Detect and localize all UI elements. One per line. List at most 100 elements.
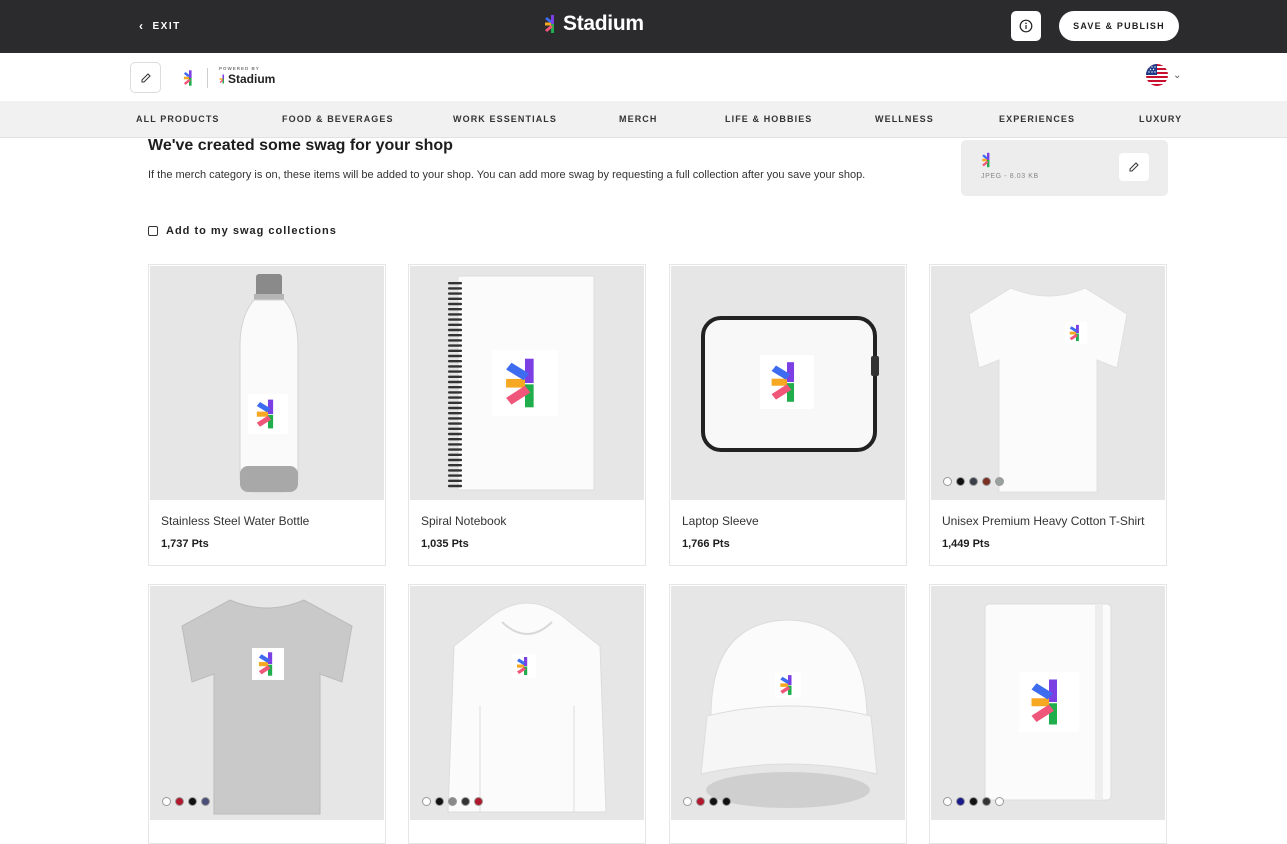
color-swatch[interactable] [435,797,444,806]
exit-label: EXIT [152,20,181,32]
info-button[interactable] [1011,11,1041,41]
product-card[interactable] [669,584,907,844]
stadium-logo-icon [506,358,534,408]
color-swatches [683,797,735,806]
color-swatch[interactable] [175,797,184,806]
top-bar: ‹ EXIT Stadium SAVE & PUBLISH [0,0,1287,53]
color-swatches [422,797,487,806]
stadium-logo-icon [1031,679,1057,725]
divider [207,68,208,88]
color-swatch[interactable] [995,477,1004,486]
chevron-left-icon: ‹ [139,19,145,33]
category-wellness[interactable]: WELLNESS [875,114,934,124]
stadium-logo-icon [780,675,792,695]
powered-by-name: Stadium [228,72,276,86]
product-image [410,586,644,820]
brand-name: Stadium [563,12,644,35]
category-life-hobbies[interactable]: LIFE & HOBBIES [725,114,812,124]
product-card[interactable]: Spiral Notebook 1,035 Pts [408,264,646,566]
category-merch[interactable]: MERCH [619,114,658,124]
stadium-logo-icon [183,70,192,86]
product-card[interactable]: Stainless Steel Water Bottle 1,737 Pts [148,264,386,566]
color-swatch[interactable] [943,797,952,806]
product-image [671,266,905,500]
section-description: If the merch category is on, these items… [148,169,866,181]
product-card[interactable]: Unisex Premium Heavy Cotton T-Shirt 1,449… [929,264,1167,566]
shop-logo [183,69,195,92]
color-swatch[interactable] [969,477,978,486]
color-swatch[interactable] [683,797,692,806]
color-swatch[interactable] [956,797,965,806]
us-flag-icon [1146,64,1168,86]
color-swatch[interactable] [956,477,965,486]
add-swag-checkbox[interactable]: Add to my swag collections [148,225,337,237]
shop-header: POWERED BY Stadium ⌄ [0,53,1287,101]
stadium-logo-icon [771,362,795,402]
stadium-logo-icon [545,15,554,33]
powered-by-label: POWERED BY [219,66,260,71]
logo-upload-card: JPEG - 8.03 KB [961,140,1168,196]
product-image [671,586,905,820]
color-swatch[interactable] [422,797,431,806]
category-all-products[interactable]: ALL PRODUCTS [136,114,220,124]
info-icon [1019,19,1033,33]
product-name: Stainless Steel Water Bottle [161,514,310,528]
color-swatch[interactable] [448,797,457,806]
category-luxury[interactable]: LUXURY [1139,114,1182,124]
color-swatch[interactable] [461,797,470,806]
product-points: 1,766 Pts [682,538,730,550]
color-swatch[interactable] [982,797,991,806]
save-publish-button[interactable]: SAVE & PUBLISH [1059,11,1179,41]
color-swatch[interactable] [995,797,1004,806]
product-points: 1,035 Pts [421,538,469,550]
powered-by-brand: Stadium [219,72,275,86]
stadium-logo-icon [1069,324,1079,342]
color-swatch[interactable] [969,797,978,806]
stadium-logo-icon [256,399,274,429]
brand-logo: Stadium [544,12,644,36]
product-card[interactable] [929,584,1167,844]
color-swatch[interactable] [188,797,197,806]
color-swatch[interactable] [474,797,483,806]
product-points: 1,737 Pts [161,538,209,550]
product-name: Laptop Sleeve [682,514,759,528]
product-image [931,266,1165,500]
language-selector[interactable]: ⌄ [1146,64,1181,86]
category-food-beverages[interactable]: FOOD & BEVERAGES [282,114,394,124]
color-swatch[interactable] [162,797,171,806]
chevron-down-icon: ⌄ [1173,69,1182,81]
category-work-essentials[interactable]: WORK ESSENTIALS [453,114,557,124]
product-image [931,586,1165,820]
color-swatch[interactable] [696,797,705,806]
product-image [410,266,644,500]
color-swatch[interactable] [709,797,718,806]
color-swatch[interactable] [982,477,991,486]
color-swatches [943,797,1008,806]
checkbox-label: Add to my swag collections [166,225,337,237]
product-card[interactable] [408,584,646,844]
color-swatch[interactable] [201,797,210,806]
color-swatch[interactable] [722,797,731,806]
product-points: 1,449 Pts [942,538,990,550]
stadium-logo-icon [982,152,990,168]
category-nav: ALL PRODUCTS FOOD & BEVERAGES WORK ESSEN… [0,101,1287,138]
product-name: Spiral Notebook [421,514,507,528]
product-card[interactable]: Laptop Sleeve 1,766 Pts [669,264,907,566]
edit-logo-button[interactable] [1119,153,1149,181]
color-swatches [943,477,1008,486]
stadium-logo-icon [517,657,528,675]
powered-by: POWERED BY Stadium [219,66,275,86]
edit-shop-button[interactable] [130,62,161,93]
product-image [150,586,384,820]
color-swatch[interactable] [943,477,952,486]
product-name: Unisex Premium Heavy Cotton T-Shirt [942,514,1145,528]
edit-icon [1129,162,1139,172]
exit-button[interactable]: ‹ EXIT [139,18,181,34]
product-image [150,266,384,500]
category-experiences[interactable]: EXPERIENCES [999,114,1075,124]
product-card[interactable] [148,584,386,844]
stadium-logo-icon [219,74,224,84]
checkbox-box[interactable] [148,226,158,236]
stadium-logo-icon [258,652,273,676]
section-title: We've created some swag for your shop [148,137,453,154]
